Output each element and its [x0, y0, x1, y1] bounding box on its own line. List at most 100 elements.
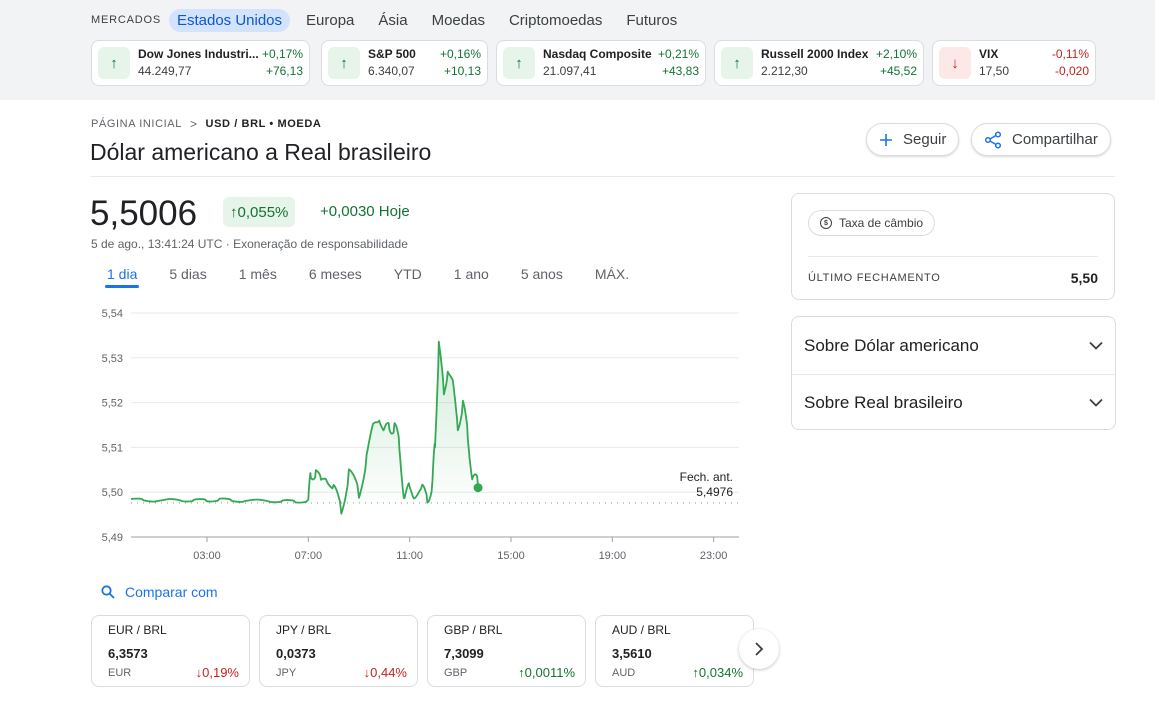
y-tick-label: 5,49: [102, 532, 123, 544]
range-max[interactable]: MÁX.: [595, 264, 629, 288]
y-tick-label: 5,53: [102, 353, 123, 365]
ticker-pct: +0,21%: [657, 47, 699, 61]
related-pct-value: 0,19%: [202, 665, 239, 680]
ticker-value: 21.097,41: [543, 64, 597, 78]
range-6-months[interactable]: 6 meses: [309, 264, 362, 288]
related-value: 6,3573: [108, 646, 148, 661]
ticker-pct: +0,17%: [261, 47, 303, 61]
about-brl-label: Sobre Real brasileiro: [804, 392, 963, 412]
related-pct: ↓0,44%: [364, 665, 407, 680]
ticker-change: +10,13: [443, 64, 481, 78]
related-pct-value: 0,0011%: [524, 665, 575, 680]
tab-estados-unidos[interactable]: Estados Unidos: [168, 8, 291, 32]
tab-futuros[interactable]: Futuros: [618, 9, 685, 32]
compare-button[interactable]: Comparar com: [101, 584, 218, 600]
disclaimer-link[interactable]: Exoneração de responsabilidade: [233, 237, 408, 251]
related-card-gbp[interactable]: GBP / BRL 7,3099 GBP ↑0,0011%: [427, 615, 586, 687]
related-value: 0,0373: [276, 646, 316, 661]
about-usd-row[interactable]: Sobre Dólar americano: [792, 317, 1115, 374]
share-label: Compartilhar: [1012, 131, 1098, 148]
related-pct: ↓0,19%: [196, 665, 239, 680]
tab-europa[interactable]: Europa: [298, 9, 362, 32]
ticker-value: 6.340,07: [368, 64, 415, 78]
last-close-label: ÚLTIMO FECHAMENTO: [808, 272, 941, 284]
ticker-pct: +2,10%: [875, 47, 917, 61]
header-divider: [91, 176, 1115, 177]
arrow-up-icon: ↑: [721, 47, 753, 79]
price-chart[interactable]: 5,49 5,50 5,51 5,52 5,53 5,54 03:00 07:00 11:00 1…: [91, 300, 751, 570]
range-tabs: 1 dia 5 dias 1 mês 6 meses YTD 1 ano 5 a…: [91, 264, 661, 288]
y-tick-label: 5,50: [102, 487, 123, 499]
ticker-change: +43,83: [661, 64, 699, 78]
search-icon: [101, 585, 115, 599]
divider: [808, 256, 1098, 257]
x-tick-label: 19:00: [599, 550, 627, 562]
arrow-down-icon: ↓: [939, 47, 971, 79]
arrow-up-icon: ↑: [230, 203, 238, 221]
range-1-year[interactable]: 1 ano: [454, 264, 489, 288]
pct-change-badge: ↑ 0,055%: [223, 197, 296, 227]
range-1-day[interactable]: 1 dia: [104, 264, 140, 288]
pct-change-value: 0,055%: [237, 203, 289, 221]
x-tick-label: 03:00: [193, 550, 221, 562]
related-value: 7,3099: [444, 646, 484, 661]
ticker-dow-jones[interactable]: ↑ Dow Jones Industri... 44.249,77 +0,17%…: [91, 40, 310, 86]
chevron-right-icon: [755, 642, 764, 656]
markets-band: MERCADOS Estados Unidos Europa Ásia Moed…: [0, 0, 1155, 100]
tab-criptomoedas[interactable]: Criptomoedas: [501, 9, 610, 32]
ticker-russell-2000[interactable]: ↑ Russell 2000 Index 2.212,30 +2,10% +45…: [714, 40, 924, 86]
rate-card: $ Taxa de câmbio ÚLTIMO FECHAMENTO 5,50: [791, 193, 1115, 300]
range-1-month[interactable]: 1 mês: [239, 264, 277, 288]
arrow-up-icon: ↑: [503, 47, 535, 79]
about-brl-row[interactable]: Sobre Real brasileiro: [792, 374, 1115, 431]
related-card-aud[interactable]: AUD / BRL 3,5610 AUD ↑0,034%: [595, 615, 754, 687]
last-close-value: 5,50: [1070, 270, 1098, 286]
x-tick-label: 07:00: [295, 550, 323, 562]
breadcrumb-current: USD / BRL • MOEDA: [205, 118, 322, 130]
related-pct: ↑0,0011%: [518, 665, 575, 680]
previous-close-value: 5,4976: [696, 485, 733, 499]
share-button[interactable]: Compartilhar: [971, 123, 1111, 156]
y-tick-label: 5,51: [102, 442, 123, 454]
page-title: Dólar americano a Real brasileiro: [90, 139, 432, 165]
related-currency: GBP: [444, 667, 468, 679]
ticker-name: VIX: [979, 47, 999, 61]
share-icon: [984, 130, 1002, 149]
arrow-up-icon: ↑: [328, 47, 360, 79]
ticker-name: Dow Jones Industri...: [138, 47, 259, 61]
exchange-rate-chip[interactable]: $ Taxa de câmbio: [808, 210, 936, 236]
related-card-jpy[interactable]: JPY / BRL 0,0373 JPY ↓0,44%: [259, 615, 418, 687]
related-pair: JPY / BRL: [276, 623, 332, 637]
related-pct-value: 0,44%: [370, 665, 407, 680]
plus-icon: [879, 133, 893, 147]
range-5-years[interactable]: 5 anos: [521, 264, 563, 288]
tab-asia[interactable]: Ásia: [370, 9, 415, 32]
arrow-up-icon: ↑: [98, 47, 130, 79]
range-ytd[interactable]: YTD: [394, 264, 422, 288]
ticker-value: 17,50: [979, 64, 1010, 78]
chevron-right-icon: >: [189, 117, 198, 131]
timestamp-line: 5 de ago., 13:41:24 UTC · Exoneração de …: [91, 237, 408, 251]
ticker-change: +45,52: [879, 64, 917, 78]
follow-button[interactable]: Seguir: [866, 123, 960, 156]
about-usd-label: Sobre Dólar americano: [804, 335, 979, 355]
next-button[interactable]: [739, 629, 779, 669]
ticker-sp500[interactable]: ↑ S&P 500 6.340,07 +0,16% +10,13: [321, 40, 488, 86]
chevron-down-icon: [1089, 398, 1103, 407]
ticker-value: 2.212,30: [761, 64, 808, 78]
related-value: 3,5610: [612, 646, 652, 661]
range-5-days[interactable]: 5 dias: [169, 264, 206, 288]
breadcrumb-home[interactable]: PÁGINA INICIAL: [91, 118, 182, 130]
x-tick-label: 15:00: [497, 550, 525, 562]
y-tick-label: 5,52: [102, 398, 123, 410]
tab-moedas[interactable]: Moedas: [424, 9, 493, 32]
related-card-eur[interactable]: EUR / BRL 6,3573 EUR ↓0,19%: [91, 615, 250, 687]
related-currency: EUR: [108, 667, 132, 679]
compare-label: Comparar com: [125, 584, 218, 600]
exchange-rate-label: Taxa de câmbio: [839, 216, 924, 230]
follow-label: Seguir: [903, 131, 947, 148]
ticker-pct: -0,11%: [1051, 47, 1089, 61]
ticker-vix[interactable]: ↓ VIX 17,50 -0,11% -0,020: [932, 40, 1096, 86]
markets-label: MERCADOS: [91, 14, 161, 26]
ticker-nasdaq[interactable]: ↑ Nasdaq Composite 21.097,41 +0,21% +43,…: [496, 40, 706, 86]
